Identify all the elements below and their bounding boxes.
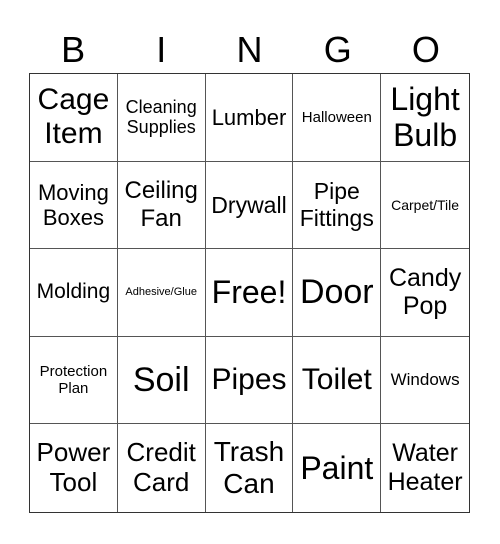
bingo-cell[interactable]: Light Bulb — [381, 74, 469, 162]
bingo-cell[interactable]: Door — [293, 249, 382, 337]
bingo-cell[interactable]: Molding — [30, 249, 118, 337]
bingo-cell[interactable]: Power Tool — [30, 424, 118, 512]
bingo-cell[interactable]: Water Heater — [381, 424, 469, 512]
bingo-cell[interactable]: Paint — [293, 424, 382, 512]
bingo-cell[interactable]: Moving Boxes — [30, 161, 118, 250]
header-letter-n: N — [236, 29, 263, 70]
header-letter-g: G — [323, 29, 352, 70]
header-letter-b: B — [61, 29, 86, 70]
bingo-header: B I N G O — [29, 28, 470, 72]
bingo-cell[interactable]: Trash Can — [206, 424, 294, 512]
bingo-cell[interactable]: Carpet/Tile — [381, 162, 469, 250]
bingo-cell[interactable]: Credit Card — [118, 424, 206, 512]
bingo-cell[interactable]: Candy Pop — [381, 249, 469, 337]
bingo-cell[interactable]: Cage Item — [30, 74, 118, 162]
bingo-cell[interactable]: Pipes — [205, 336, 294, 425]
free-space-cell[interactable]: Free! — [205, 249, 294, 337]
bingo-cell[interactable]: Adhesive/Glue — [117, 249, 206, 337]
bingo-cell[interactable]: Ceiling Fan — [117, 161, 206, 250]
bingo-grid: Cage Item Cleaning Supplies Lumber Hallo… — [29, 73, 470, 513]
bingo-cell[interactable]: Protection Plan — [30, 336, 118, 425]
bingo-cell[interactable]: Cleaning Supplies — [117, 74, 206, 162]
header-letter-o: O — [411, 29, 440, 70]
bingo-cell[interactable]: Lumber — [205, 74, 294, 162]
bingo-cell[interactable]: Windows — [381, 337, 469, 425]
bingo-cell[interactable]: Drywall — [205, 161, 294, 250]
bingo-cell[interactable]: Halloween — [293, 74, 382, 162]
bingo-cell[interactable]: Toilet — [293, 336, 382, 425]
bingo-cell[interactable]: Soil — [117, 336, 206, 425]
header-letter-i: I — [156, 29, 167, 70]
bingo-cell[interactable]: Pipe Fittings — [293, 161, 382, 250]
